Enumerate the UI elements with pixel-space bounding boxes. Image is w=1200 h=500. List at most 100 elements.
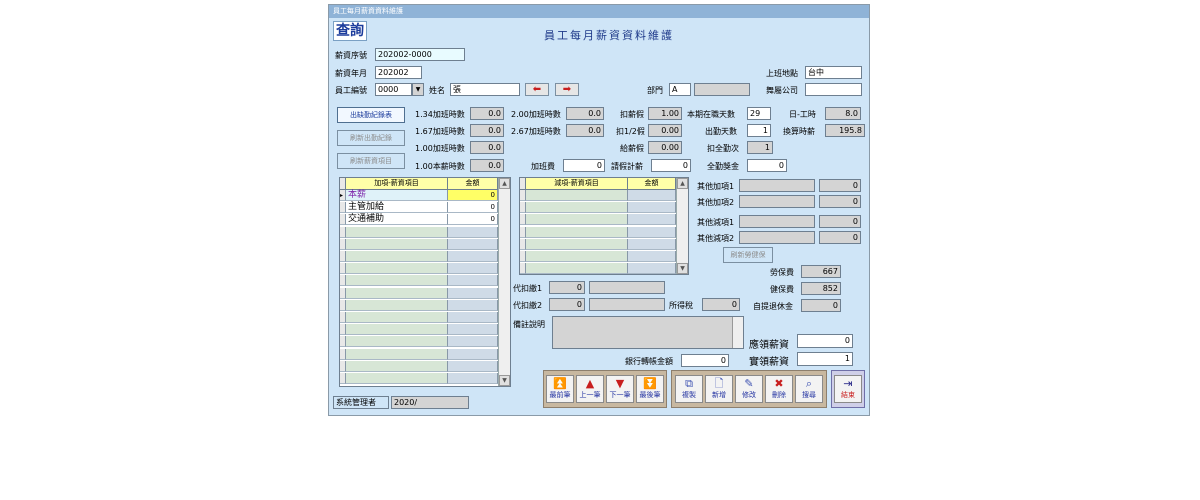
payable-field[interactable]: 0 [797, 334, 853, 348]
last-record-button[interactable]: ⏬ 最後筆 [636, 375, 664, 403]
sub-item-cell[interactable] [526, 238, 628, 250]
add-item-cell[interactable] [346, 373, 448, 384]
sub-amount-cell[interactable] [628, 251, 676, 262]
sub-amount-cell[interactable] [628, 190, 676, 201]
add-amount-cell[interactable] [448, 238, 498, 250]
add-amount-cell[interactable] [448, 299, 498, 311]
refresh-insurance-button[interactable]: 刷新勞健保 [723, 247, 773, 263]
sub-item-cell[interactable] [526, 190, 628, 201]
table-row[interactable] [340, 348, 498, 360]
add-item-cell[interactable] [346, 226, 448, 238]
full-bonus-field[interactable]: 0 [747, 159, 787, 172]
salary-month-field[interactable]: 202002 [375, 66, 422, 79]
table-row[interactable]: 主管加給 0 [340, 202, 498, 214]
prev-record-button[interactable]: ▲ 上一筆 [576, 375, 604, 403]
next-record-button[interactable]: ▼ 下一筆 [606, 375, 634, 403]
add-amount-cell[interactable] [448, 312, 498, 323]
add-item-cell[interactable] [346, 287, 448, 299]
actual-pay-field[interactable]: 1 [797, 352, 853, 366]
add-amount-cell[interactable]: 0 [448, 214, 498, 226]
add-item-cell[interactable] [346, 251, 448, 262]
table-row[interactable] [340, 263, 498, 275]
add-item-cell[interactable] [346, 312, 448, 323]
add-item-cell[interactable] [346, 299, 448, 311]
table-row[interactable] [340, 324, 498, 336]
table-row[interactable] [340, 238, 498, 250]
query-tab[interactable]: 查詢 [333, 21, 367, 41]
sub-amount-cell[interactable] [628, 202, 676, 214]
scroll-up-icon[interactable]: ▲ [677, 178, 688, 189]
add-grid-scrollbar[interactable]: ▲ ▼ [498, 178, 510, 386]
add-amount-cell[interactable] [448, 348, 498, 360]
add-amount-cell[interactable] [448, 251, 498, 262]
add-amount-cell[interactable] [448, 373, 498, 384]
add-amount-cell[interactable] [448, 324, 498, 336]
add-amount-cell[interactable] [448, 263, 498, 275]
table-row[interactable] [340, 226, 498, 238]
exit-button[interactable]: ⇥ 結束 [834, 375, 862, 403]
add-item-cell[interactable] [346, 324, 448, 336]
sub-item-cell[interactable] [526, 226, 628, 238]
work-location-field[interactable]: 台中 [805, 66, 862, 79]
scroll-down-icon[interactable]: ▼ [499, 375, 510, 386]
sub-amount-cell[interactable] [628, 214, 676, 226]
add-amount-cell[interactable] [448, 226, 498, 238]
copy-button[interactable]: ⧉ 複製 [675, 375, 703, 403]
next-record-arrow-icon[interactable]: ➡ [555, 83, 579, 96]
add-amount-cell[interactable] [448, 360, 498, 372]
table-row[interactable] [520, 226, 676, 238]
add-item-cell[interactable] [346, 238, 448, 250]
table-row[interactable] [520, 202, 676, 214]
search-button[interactable]: ⌕ 搜尋 [795, 375, 823, 403]
add-item-cell[interactable] [346, 360, 448, 372]
table-row[interactable] [520, 263, 676, 274]
sub-items-grid[interactable]: 減項-薪資項目 金額 ▲ ▼ [519, 177, 689, 275]
add-items-grid[interactable]: 加項-薪資項目 金額 ▸ 本薪 0 主管加給 0 交通補助 0 ▲ ▼ [339, 177, 511, 387]
add-amount-cell[interactable]: 0 [448, 202, 498, 214]
overtime-fee-field[interactable]: 0 [563, 159, 605, 172]
add-item-cell[interactable]: 本薪 [346, 190, 448, 201]
attendance-report-button[interactable]: 出缺勤紀錄表 [337, 107, 405, 123]
table-row[interactable] [520, 238, 676, 250]
table-row[interactable] [340, 299, 498, 311]
prev-record-arrow-icon[interactable]: ⬅ [525, 83, 549, 96]
sub-amount-cell[interactable] [628, 263, 676, 274]
table-row[interactable] [340, 336, 498, 348]
table-row[interactable]: 交通補助 0 [340, 214, 498, 226]
first-record-button[interactable]: ⏫ 最前筆 [546, 375, 574, 403]
table-row[interactable] [520, 214, 676, 226]
sub-item-cell[interactable] [526, 214, 628, 226]
sub-amount-cell[interactable] [628, 226, 676, 238]
delete-button[interactable]: ✖ 刪除 [765, 375, 793, 403]
add-amount-cell[interactable]: 0 [448, 190, 498, 201]
sub-item-cell[interactable] [526, 263, 628, 274]
bank-transfer-field[interactable]: 0 [681, 354, 729, 367]
scroll-down-icon[interactable]: ▼ [677, 263, 688, 274]
table-row[interactable] [340, 373, 498, 384]
dept-field[interactable]: A [669, 83, 691, 96]
name-field[interactable]: 張 [450, 83, 520, 96]
salary-seq-field[interactable]: 202002-0000 [375, 48, 465, 61]
table-row[interactable] [340, 360, 498, 372]
sub-grid-scrollbar[interactable]: ▲ ▼ [676, 178, 688, 274]
table-row[interactable]: ▸ 本薪 0 [340, 190, 498, 201]
leave-count-field[interactable]: 0 [651, 159, 691, 172]
edit-button[interactable]: ✎ 修改 [735, 375, 763, 403]
sub-item-cell[interactable] [526, 251, 628, 262]
table-row[interactable] [340, 312, 498, 323]
table-row[interactable] [340, 275, 498, 287]
add-amount-cell[interactable] [448, 336, 498, 348]
add-item-cell[interactable] [346, 348, 448, 360]
table-row[interactable] [340, 287, 498, 299]
add-item-cell[interactable]: 主管加給 [346, 202, 448, 214]
scroll-up-icon[interactable]: ▲ [499, 178, 510, 189]
add-item-cell[interactable] [346, 263, 448, 275]
refresh-salary-items-button[interactable]: 刷新薪資項目 [337, 153, 405, 169]
employed-days-field[interactable]: 29 [747, 107, 771, 120]
add-item-cell[interactable] [346, 336, 448, 348]
notes-textarea[interactable] [552, 316, 744, 349]
table-row[interactable] [520, 190, 676, 201]
add-item-cell[interactable]: 交通補助 [346, 214, 448, 226]
table-row[interactable] [520, 251, 676, 262]
sub-item-cell[interactable] [526, 202, 628, 214]
